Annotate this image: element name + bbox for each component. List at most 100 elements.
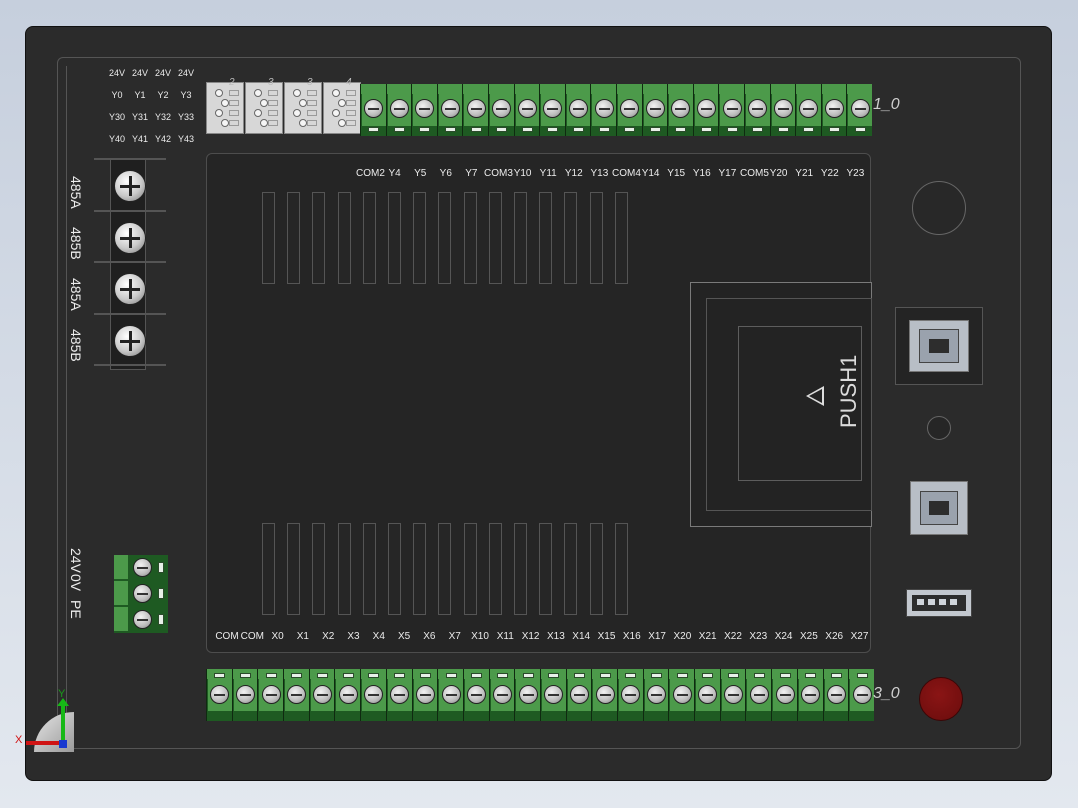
bottom-input-terminal-strip bbox=[206, 669, 874, 721]
power-label: 24V bbox=[68, 548, 84, 573]
terminal-cell bbox=[822, 669, 849, 721]
terminal-screw-icon[interactable] bbox=[749, 685, 769, 704]
power-screw-icon[interactable] bbox=[133, 584, 152, 603]
output-terminal-label: Y10 bbox=[513, 168, 532, 179]
input-terminal-label: X6 bbox=[423, 631, 436, 642]
dip-switch-lever bbox=[268, 90, 278, 96]
dip-switch-lever bbox=[346, 100, 356, 106]
output-terminal-label: Y13 bbox=[590, 168, 609, 179]
terminal-screw-icon[interactable] bbox=[517, 99, 537, 118]
terminal-screw-icon[interactable] bbox=[594, 99, 614, 118]
terminal-screw-icon[interactable] bbox=[595, 685, 615, 704]
io-grid-label: Y42 bbox=[154, 134, 171, 144]
input-terminal-label: X20 bbox=[673, 631, 692, 642]
terminal-screw-icon[interactable] bbox=[722, 99, 742, 118]
terminal-cell bbox=[616, 84, 642, 136]
terminal-screw-icon[interactable] bbox=[518, 685, 538, 704]
terminal-release-tab bbox=[676, 673, 688, 678]
terminal-screw-icon[interactable] bbox=[236, 685, 256, 704]
terminal-release-tab bbox=[471, 673, 483, 678]
dip-switch-lever bbox=[307, 90, 317, 96]
io-grid-label: Y3 bbox=[180, 90, 192, 100]
power-screw-icon[interactable] bbox=[133, 610, 152, 629]
card-slot-label: PUSH1 bbox=[836, 354, 861, 428]
output-terminal-label: COM5 bbox=[740, 168, 769, 179]
usb-a-port[interactable] bbox=[906, 589, 972, 617]
rs485-screw-icon[interactable] bbox=[114, 273, 146, 305]
vent-slot bbox=[463, 523, 477, 615]
terminal-screw-icon[interactable] bbox=[466, 99, 486, 118]
rs485-screw-icon[interactable] bbox=[114, 221, 146, 254]
dip-switch-dot bbox=[215, 109, 223, 117]
terminal-screw-icon[interactable] bbox=[825, 99, 845, 118]
terminal-cell bbox=[591, 669, 618, 721]
dip-switch-block[interactable]: 3 bbox=[284, 77, 322, 134]
terminal-release-tab bbox=[803, 127, 815, 132]
terminal-screw-icon[interactable] bbox=[697, 99, 717, 118]
input-terminal-label: X10 bbox=[471, 631, 489, 642]
output-terminal-label: Y11 bbox=[539, 168, 557, 179]
terminal-screw-icon[interactable] bbox=[850, 99, 870, 118]
power-screw-icon[interactable] bbox=[133, 558, 152, 577]
terminal-cell bbox=[565, 669, 592, 721]
terminal-release-tab bbox=[265, 673, 277, 678]
terminal-cell bbox=[360, 669, 386, 721]
dip-switch-block[interactable]: 3 bbox=[245, 77, 283, 134]
terminal-cell bbox=[411, 84, 437, 136]
input-terminal-label: X16 bbox=[622, 631, 641, 642]
dip-switch-number: 3 bbox=[307, 77, 313, 88]
vent-slot bbox=[539, 523, 553, 615]
terminal-screw-icon[interactable] bbox=[672, 685, 692, 704]
vent-slots-top bbox=[262, 192, 632, 284]
terminal-cell bbox=[488, 84, 514, 136]
output-terminal-label: Y20 bbox=[769, 168, 788, 179]
vent-slot bbox=[262, 192, 275, 284]
usb-b-port-1[interactable] bbox=[909, 320, 969, 372]
terminal-cell bbox=[745, 669, 772, 721]
terminal-screw-icon[interactable] bbox=[775, 685, 795, 704]
terminal-screw-icon[interactable] bbox=[724, 685, 744, 704]
terminal-release-tab bbox=[779, 673, 791, 678]
dip-switch-dot bbox=[293, 89, 301, 97]
io-grid-label: Y1 bbox=[134, 90, 146, 100]
input-terminal-label: X11 bbox=[496, 631, 514, 642]
terminal-screw-icon[interactable] bbox=[492, 685, 512, 704]
usb-b-port-2[interactable] bbox=[910, 481, 968, 535]
terminal-release-tab bbox=[624, 127, 636, 132]
terminal-release-tab bbox=[548, 673, 560, 678]
output-terminal-label: COM3 bbox=[484, 168, 513, 179]
terminal-screw-icon[interactable] bbox=[826, 685, 846, 704]
terminal-screw-icon[interactable] bbox=[441, 685, 461, 704]
terminal-screw-icon[interactable] bbox=[569, 99, 589, 118]
vent-slot bbox=[438, 192, 452, 284]
dip-switch-block[interactable]: 2 bbox=[206, 77, 244, 134]
terminal-release-tab bbox=[470, 127, 482, 132]
dip-switch-block[interactable]: 4 bbox=[323, 77, 361, 134]
terminal-screw-icon[interactable] bbox=[389, 99, 409, 118]
io-grid-label: Y32 bbox=[154, 112, 171, 122]
terminal-release-tab bbox=[777, 127, 789, 132]
terminal-cell bbox=[848, 669, 874, 721]
input-terminal-label: X0 bbox=[271, 631, 284, 642]
terminal-cell bbox=[231, 669, 258, 721]
terminal-screw-icon[interactable] bbox=[852, 685, 872, 704]
terminal-cell bbox=[617, 669, 643, 721]
terminal-release-tab bbox=[291, 673, 303, 678]
terminal-release-tab bbox=[547, 127, 559, 132]
terminal-screw-icon[interactable] bbox=[338, 685, 358, 704]
terminal-screw-icon[interactable] bbox=[261, 685, 281, 704]
dip-switch-dot bbox=[260, 99, 268, 107]
terminal-screw-icon[interactable] bbox=[647, 685, 667, 704]
terminal-screw-icon[interactable] bbox=[441, 99, 461, 118]
rs485-screw-icon[interactable] bbox=[114, 170, 146, 202]
triad-x-label: X bbox=[15, 734, 23, 746]
vent-slot bbox=[287, 192, 301, 284]
rs485-screw-icon[interactable] bbox=[114, 324, 146, 357]
terminal-screw-icon[interactable] bbox=[570, 685, 589, 704]
output-terminal-label: Y23 bbox=[846, 168, 865, 179]
terminal-screw-icon[interactable] bbox=[415, 685, 435, 704]
terminal-screw-icon[interactable] bbox=[773, 99, 793, 118]
vent-slot bbox=[514, 192, 527, 284]
terminal-screw-icon[interactable] bbox=[645, 99, 665, 118]
terminal-screw-icon[interactable] bbox=[313, 685, 333, 704]
